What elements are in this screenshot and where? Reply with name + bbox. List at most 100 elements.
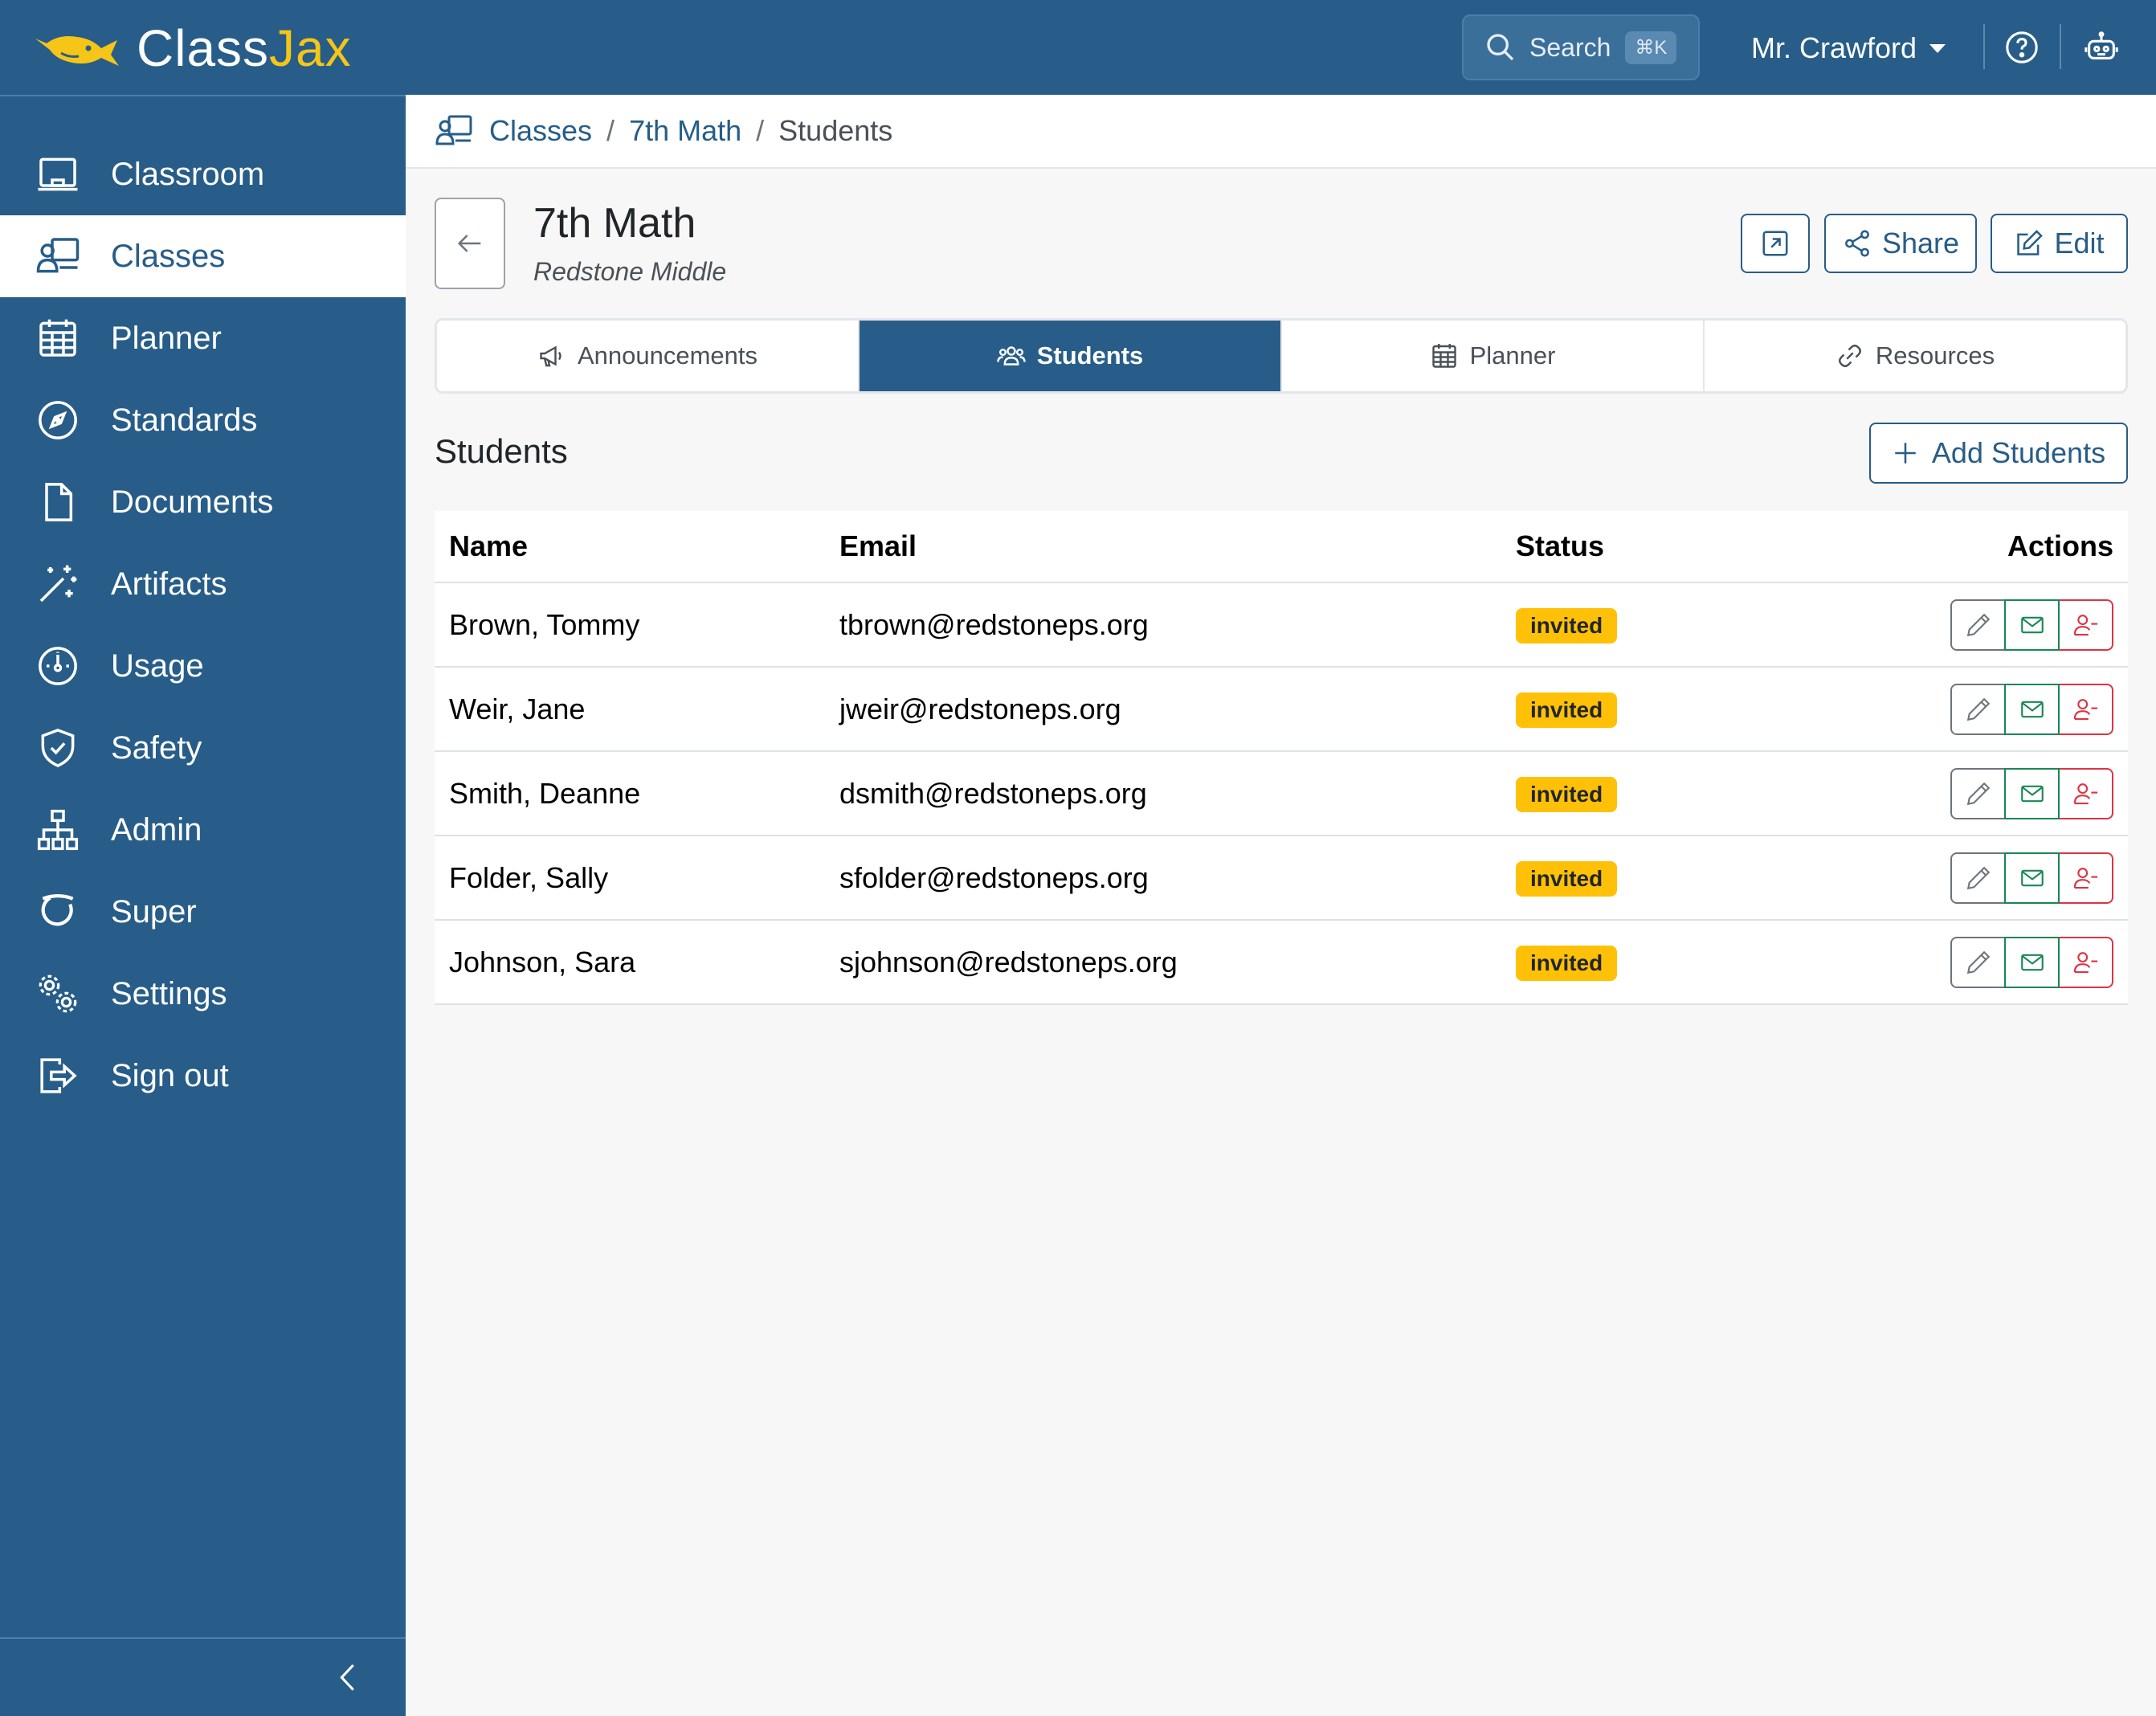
plus-icon bbox=[1895, 443, 1916, 464]
breadcrumb-separator: / bbox=[606, 114, 615, 147]
link-icon bbox=[1838, 345, 1861, 367]
sidebar-item-safety[interactable]: Safety bbox=[0, 707, 406, 789]
pencil-icon bbox=[1966, 697, 1990, 721]
tab-label: Announcements bbox=[577, 341, 758, 370]
edit-button[interactable]: Edit bbox=[1991, 214, 2128, 273]
tab-resources[interactable]: Resources bbox=[1705, 321, 2125, 391]
remove-student-button[interactable] bbox=[2058, 683, 2113, 735]
breadcrumb-separator: / bbox=[756, 114, 765, 147]
edit-student-button[interactable] bbox=[1950, 599, 2006, 651]
share-label: Share bbox=[1881, 227, 1960, 259]
sidebar-item-admin[interactable]: Admin bbox=[0, 789, 406, 871]
tab-label: Students bbox=[1036, 341, 1144, 370]
megaphone-icon bbox=[540, 345, 561, 367]
sidebar-item-super[interactable]: Super bbox=[0, 871, 406, 953]
email-student-button[interactable] bbox=[2004, 767, 2060, 819]
calendar-icon bbox=[1431, 344, 1456, 368]
question-circle-icon[interactable] bbox=[2003, 29, 2040, 66]
search-label: Search bbox=[1529, 32, 1611, 62]
status-badge: invited bbox=[1516, 945, 1618, 981]
tab-label: Resources bbox=[1875, 341, 1995, 370]
sidebar-item-settings[interactable]: Settings bbox=[0, 953, 406, 1035]
chevron-left-icon[interactable] bbox=[329, 1655, 366, 1700]
student-name: Brown, Tommy bbox=[449, 607, 640, 641]
back-button[interactable] bbox=[435, 198, 505, 289]
speedometer-icon bbox=[39, 647, 77, 685]
student-email: sfolder@redstoneps.org bbox=[839, 860, 1149, 894]
edit-student-button[interactable] bbox=[1950, 936, 2006, 988]
user-menu-dropdown[interactable]: Mr. Crawford bbox=[1751, 24, 1946, 72]
pencil-icon bbox=[1966, 950, 1990, 974]
email-student-button[interactable] bbox=[2004, 936, 2060, 988]
breadcrumb: Classes / 7th Math / Students bbox=[406, 95, 2156, 169]
email-student-button[interactable] bbox=[2004, 599, 2060, 651]
brand-logo[interactable]: ClassJax bbox=[32, 18, 352, 79]
tab-label: Planner bbox=[1469, 341, 1556, 370]
page-title: 7th Math bbox=[533, 200, 696, 247]
robot-icon[interactable] bbox=[2083, 29, 2120, 66]
table-row: Folder, Sally sfolder@redstoneps.org inv… bbox=[435, 836, 2128, 921]
sidebar-item-label: Safety bbox=[111, 729, 202, 766]
sidebar-item-artifacts[interactable]: Artifacts bbox=[0, 543, 406, 625]
envelope-icon bbox=[2020, 785, 2044, 802]
caret-down-icon bbox=[1929, 43, 1946, 53]
calendar-grid-icon bbox=[39, 319, 76, 357]
school-name: Redstone Middle bbox=[533, 257, 727, 286]
edit-student-button[interactable] bbox=[1950, 767, 2006, 819]
sidebar-item-label: Super bbox=[111, 893, 197, 930]
tab-announcements[interactable]: Announcements bbox=[437, 321, 860, 391]
divider bbox=[1983, 24, 1985, 69]
sidebar-item-label: Classroom bbox=[111, 156, 265, 192]
breadcrumb-classes-link[interactable]: Classes bbox=[489, 114, 592, 148]
envelope-icon bbox=[2020, 616, 2044, 633]
sidebar-item-usage[interactable]: Usage bbox=[0, 625, 406, 707]
sidebar-item-sign-out[interactable]: Sign out bbox=[0, 1035, 406, 1117]
remove-student-button[interactable] bbox=[2058, 767, 2113, 819]
person-dash-icon bbox=[2073, 951, 2097, 973]
status-badge: invited bbox=[1516, 607, 1618, 644]
easel-icon bbox=[38, 157, 78, 191]
row-actions bbox=[1950, 852, 2113, 904]
person-dash-icon bbox=[2073, 782, 2097, 804]
tab-students[interactable]: Students bbox=[860, 321, 1282, 391]
sidebar-item-label: Classes bbox=[111, 238, 226, 274]
open-external-button[interactable] bbox=[1741, 214, 1810, 273]
sidebar-item-classroom[interactable]: Classroom bbox=[0, 133, 406, 215]
share-button[interactable]: Share bbox=[1824, 214, 1977, 273]
magic-wand-icon bbox=[39, 565, 77, 603]
envelope-icon bbox=[2020, 701, 2044, 717]
column-header-status[interactable]: Status bbox=[1516, 529, 1837, 563]
sidebar-item-standards[interactable]: Standards bbox=[0, 379, 406, 461]
person-video-icon bbox=[36, 238, 80, 273]
column-header-email[interactable]: Email bbox=[839, 529, 1516, 563]
divider bbox=[0, 1637, 406, 1639]
student-name: Weir, Jane bbox=[449, 692, 586, 725]
sidebar-item-label: Sign out bbox=[111, 1057, 229, 1093]
sidebar-item-label: Admin bbox=[111, 811, 202, 848]
search-button[interactable]: Search ⌘K bbox=[1462, 14, 1700, 80]
search-shortcut: ⌘K bbox=[1625, 31, 1677, 64]
remove-student-button[interactable] bbox=[2058, 599, 2113, 651]
column-header-name[interactable]: Name bbox=[435, 529, 839, 563]
sidebar-item-documents[interactable]: Documents bbox=[0, 461, 406, 543]
email-student-button[interactable] bbox=[2004, 683, 2060, 735]
edit-student-button[interactable] bbox=[1950, 683, 2006, 735]
remove-student-button[interactable] bbox=[2058, 936, 2113, 988]
student-email: jweir@redstoneps.org bbox=[839, 692, 1121, 725]
sidebar-item-label: Planner bbox=[111, 320, 222, 356]
breadcrumb-class-link[interactable]: 7th Math bbox=[629, 114, 741, 148]
user-name: Mr. Crawford bbox=[1751, 31, 1917, 64]
add-students-button[interactable]: Add Students bbox=[1869, 423, 2128, 484]
people-icon bbox=[996, 346, 1026, 366]
student-email: sjohnson@redstoneps.org bbox=[839, 945, 1178, 979]
diagram-icon bbox=[37, 809, 79, 851]
tab-planner[interactable]: Planner bbox=[1282, 321, 1705, 391]
email-student-button[interactable] bbox=[2004, 852, 2060, 904]
remove-student-button[interactable] bbox=[2058, 852, 2113, 904]
edit-student-button[interactable] bbox=[1950, 852, 2006, 904]
sidebar-item-planner[interactable]: Planner bbox=[0, 297, 406, 379]
edit-label: Edit bbox=[2054, 227, 2105, 259]
file-icon bbox=[45, 483, 73, 521]
student-name: Smith, Deanne bbox=[449, 776, 641, 810]
sidebar-item-classes[interactable]: Classes bbox=[0, 215, 406, 297]
